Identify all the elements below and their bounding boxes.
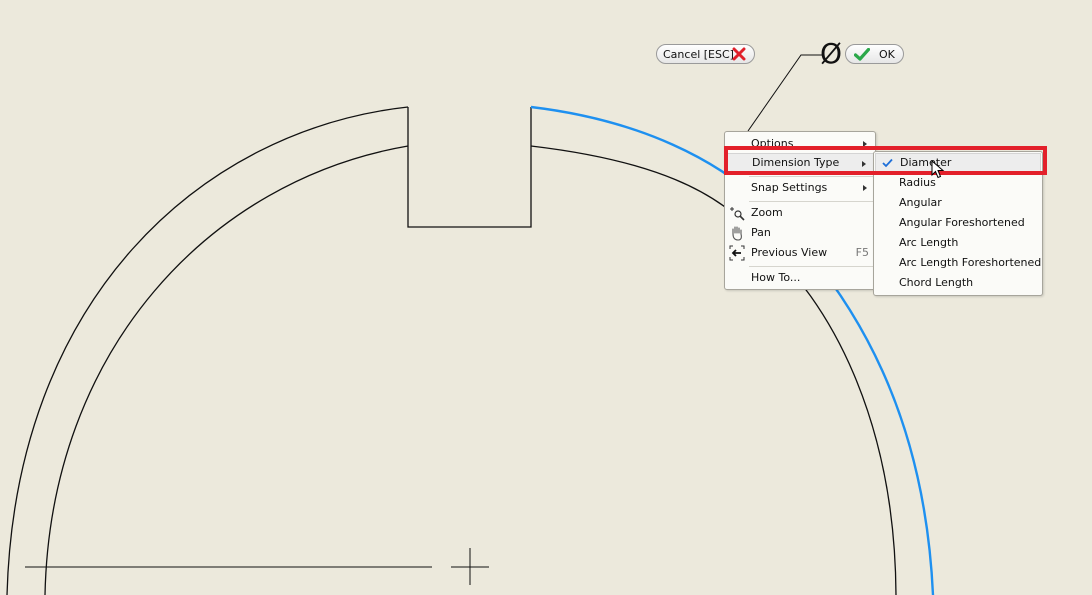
submenu-arrow-icon (862, 161, 866, 167)
submenu-item-label: Angular Foreshortened (899, 216, 1025, 229)
submenu-arrow-icon (863, 185, 867, 191)
menu-item-label: Previous View (751, 246, 828, 259)
keyway-notch[interactable] (407, 107, 532, 228)
menu-item-label: How To... (751, 271, 801, 284)
diameter-symbol: Ø (820, 37, 843, 70)
submenu-item-label: Chord Length (899, 276, 974, 289)
menu-separator (749, 176, 873, 177)
menu-item-shortcut: F5 (855, 246, 869, 259)
submenu-item-arc-length[interactable]: Arc Length (875, 233, 1041, 253)
menu-item-dimension-type[interactable]: Dimension Type (726, 153, 874, 173)
sketch-canvas[interactable] (0, 0, 1092, 595)
menu-item-label: Options (751, 137, 794, 150)
cancel-label: Cancel [ESC] (663, 47, 734, 61)
context-menu: Options Dimension Type Snap Settings Zoo… (724, 131, 876, 290)
menu-item-label: Pan (751, 226, 771, 239)
submenu-item-radius[interactable]: Radius (875, 173, 1041, 193)
menu-item-how-to[interactable]: How To... (726, 268, 874, 288)
ok-button[interactable]: OK (845, 44, 904, 64)
menu-item-label: Zoom (751, 206, 783, 219)
menu-item-previous-view[interactable]: Previous View F5 (726, 243, 874, 263)
pan-hand-icon (732, 226, 742, 241)
dimension-type-submenu: Diameter Radius Angular Angular Foreshor… (873, 151, 1043, 296)
submenu-item-chord-length[interactable]: Chord Length (875, 273, 1041, 293)
zoom-icon (730, 207, 745, 221)
cancel-button[interactable]: Cancel [ESC] (656, 44, 755, 64)
menu-item-label: Snap Settings (751, 181, 828, 194)
submenu-arrow-icon (863, 141, 867, 147)
menu-separator (749, 201, 873, 202)
mouse-cursor-icon (931, 160, 945, 179)
submenu-item-label: Arc Length (899, 236, 959, 249)
inner-arc-left[interactable] (44, 145, 409, 595)
menu-item-snap-settings[interactable]: Snap Settings (726, 178, 874, 198)
submenu-item-diameter[interactable]: Diameter (875, 153, 1041, 173)
menu-item-label: Dimension Type (752, 156, 840, 169)
menu-item-options[interactable]: Options (726, 134, 874, 154)
menu-item-zoom[interactable]: Zoom (726, 203, 874, 223)
checkmark-icon (882, 158, 893, 168)
submenu-item-arc-length-foreshortened[interactable]: Arc Length Foreshortened (875, 253, 1041, 273)
submenu-item-angular[interactable]: Angular (875, 193, 1041, 213)
previous-view-icon (729, 245, 745, 261)
close-x-icon (732, 47, 746, 61)
check-icon (854, 48, 870, 61)
menu-item-pan[interactable]: Pan (726, 223, 874, 243)
menu-separator (749, 266, 873, 267)
outer-arc-left[interactable] (6, 106, 409, 595)
ok-label: OK (879, 47, 895, 61)
submenu-item-label: Arc Length Foreshortened (899, 256, 1042, 269)
submenu-item-label: Angular (899, 196, 942, 209)
dimension-leader-line (747, 54, 822, 132)
submenu-item-angular-foreshortened[interactable]: Angular Foreshortened (875, 213, 1041, 233)
